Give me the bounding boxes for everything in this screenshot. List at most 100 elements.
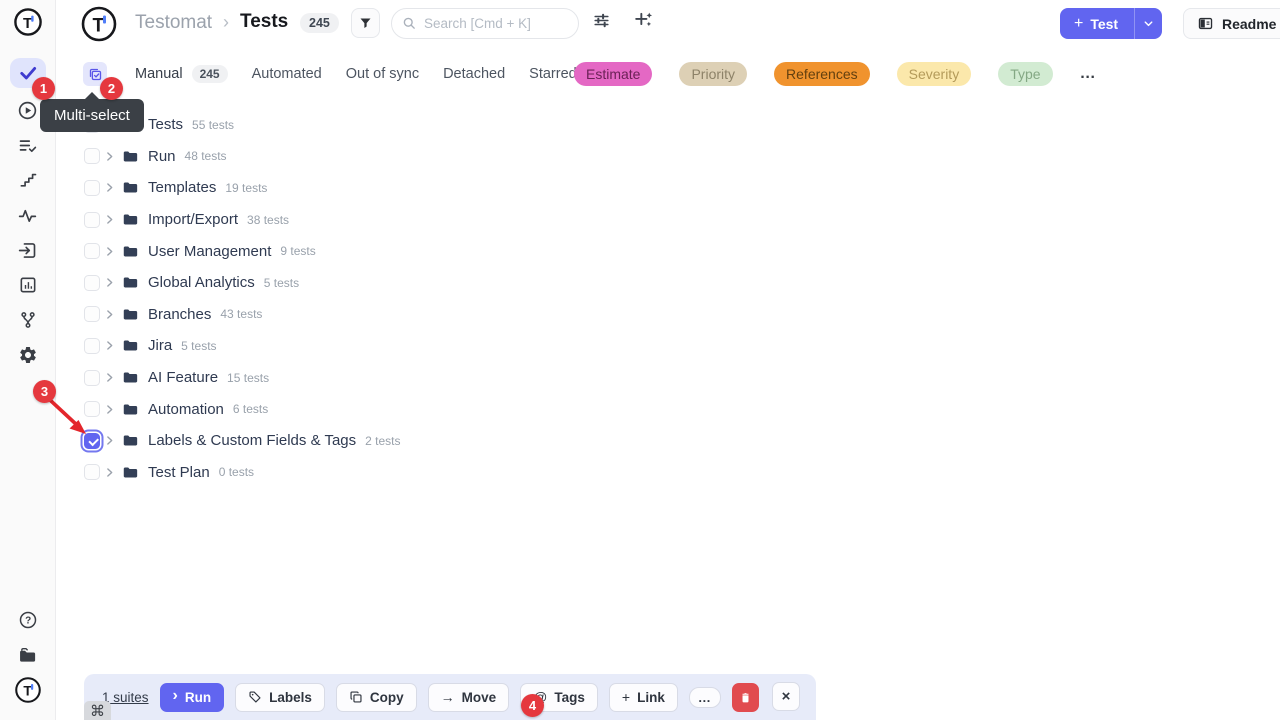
filter-tabs-row: Manual 245 Automated Out of sync Detache… <box>56 56 1280 92</box>
move-button[interactable]: → Move <box>428 683 510 712</box>
sidebar-item-import[interactable] <box>8 232 48 268</box>
tree-row[interactable]: Test Plan 0 tests <box>84 457 784 489</box>
breadcrumb-separator: › <box>223 12 229 33</box>
chevron-right-icon[interactable] <box>103 371 116 384</box>
sidebar-item-steps[interactable] <box>8 162 48 198</box>
tab-starred[interactable]: Starred <box>529 66 577 82</box>
suite-test-count: 19 tests <box>225 181 267 195</box>
tree-row[interactable]: User Management 9 tests <box>84 235 784 267</box>
search-input[interactable] <box>424 16 564 31</box>
add-test-dropdown[interactable] <box>1134 8 1162 39</box>
pill-references[interactable]: References <box>774 62 870 86</box>
chevron-right-icon[interactable] <box>103 403 116 416</box>
row-checkbox[interactable] <box>84 338 100 354</box>
sidebar-item-settings[interactable] <box>8 337 48 373</box>
chevron-right-icon[interactable] <box>103 245 116 258</box>
chevron-right-icon[interactable] <box>103 181 116 194</box>
ai-assist-button[interactable] <box>635 11 654 35</box>
row-checkbox[interactable] <box>84 148 100 164</box>
tree-row[interactable]: Run 48 tests <box>84 141 784 173</box>
folder-icon <box>122 369 139 386</box>
filter-button[interactable] <box>351 8 380 38</box>
add-test-split-button[interactable]: + Test <box>1060 8 1162 39</box>
row-checkbox[interactable] <box>84 370 100 386</box>
chevron-right-icon[interactable] <box>103 466 116 479</box>
tree-row[interactable]: Global Analytics 5 tests <box>84 267 784 299</box>
row-checkbox[interactable] <box>84 212 100 228</box>
link-button[interactable]: + Link <box>609 683 678 712</box>
sidebar-item-test-plans[interactable] <box>8 127 48 163</box>
tree-row[interactable]: Labels & Custom Fields & Tags 2 tests <box>84 425 784 457</box>
chevron-right-icon[interactable] <box>103 308 116 321</box>
multi-select-icon <box>88 67 103 82</box>
delete-button[interactable] <box>732 683 759 712</box>
projects-folder-icon[interactable] <box>8 637 48 673</box>
sidebar-item-activity[interactable] <box>8 197 48 233</box>
chevron-down-icon <box>1142 17 1155 30</box>
breadcrumb-app[interactable]: Testomat <box>135 12 212 34</box>
row-checkbox[interactable] <box>84 275 100 291</box>
chevron-right-icon[interactable] <box>103 213 116 226</box>
tree-row[interactable]: Templates 19 tests <box>84 172 784 204</box>
suite-test-count: 5 tests <box>181 339 216 353</box>
book-icon <box>1197 15 1214 32</box>
workspace-logo-icon[interactable]: T <box>8 672 48 708</box>
row-checkbox[interactable] <box>84 306 100 322</box>
pill-estimate[interactable]: Estimate <box>574 62 652 86</box>
add-test-button[interactable]: + Test <box>1060 16 1134 32</box>
tag-pills: Estimate Priority References Severity Ty… <box>574 56 1097 92</box>
more-actions-button[interactable]: … <box>689 687 721 708</box>
tree-row[interactable]: Automation 6 tests <box>84 393 784 425</box>
copy-button[interactable]: Copy <box>336 683 417 712</box>
folder-icon <box>122 401 139 418</box>
tree-row[interactable]: Tests 55 tests <box>84 109 784 141</box>
tab-detached[interactable]: Detached <box>443 66 505 82</box>
chevron-right-icon[interactable] <box>103 150 116 163</box>
pill-priority[interactable]: Priority <box>679 62 747 86</box>
folder-icon <box>122 464 139 481</box>
tree-row[interactable]: Jira 5 tests <box>84 330 784 362</box>
plus-icon: + <box>1074 16 1083 32</box>
tree-row[interactable]: Import/Export 38 tests <box>84 204 784 236</box>
sidebar-item-reports[interactable] <box>8 267 48 303</box>
suite-name: Automation <box>148 401 224 418</box>
suite-test-count: 48 tests <box>185 149 227 163</box>
readme-button[interactable]: Readme <box>1183 8 1280 39</box>
suite-name: Branches <box>148 306 211 323</box>
page-title: Tests <box>240 11 288 33</box>
row-checkbox[interactable] <box>84 464 100 480</box>
app-logo-icon[interactable]: T <box>8 4 48 40</box>
tree-row[interactable]: AI Feature 15 tests <box>84 362 784 394</box>
svg-text:T: T <box>93 16 105 37</box>
sidebar-item-branches[interactable] <box>8 302 48 338</box>
project-logo-icon[interactable]: T <box>80 5 118 48</box>
row-checkbox[interactable] <box>84 243 100 259</box>
help-icon[interactable]: ? <box>8 602 48 638</box>
labels-button[interactable]: Labels <box>235 683 325 712</box>
tree-row[interactable]: Branches 43 tests <box>84 299 784 331</box>
pill-severity[interactable]: Severity <box>897 62 972 86</box>
tab-out-of-sync[interactable]: Out of sync <box>346 66 419 82</box>
pill-type[interactable]: Type <box>998 62 1052 86</box>
suite-name: AI Feature <box>148 369 218 386</box>
suite-test-count: 43 tests <box>220 307 262 321</box>
suite-name: Templates <box>148 179 216 196</box>
chevron-right-icon[interactable] <box>103 339 116 352</box>
folder-icon <box>122 337 139 354</box>
folder-icon <box>122 179 139 196</box>
chevron-right-icon[interactable] <box>103 276 116 289</box>
tab-automated[interactable]: Automated <box>252 66 322 82</box>
row-checkbox[interactable] <box>84 180 100 196</box>
chevron-right-icon[interactable] <box>103 434 116 447</box>
suite-name: Global Analytics <box>148 274 255 291</box>
search-box[interactable] <box>391 8 579 39</box>
suite-test-count: 6 tests <box>233 402 268 416</box>
sparkles-icon <box>635 11 654 30</box>
arrow-right-icon: → <box>441 690 455 704</box>
more-pills-button[interactable]: … <box>1080 65 1097 83</box>
filter-settings-button[interactable] <box>592 11 611 35</box>
tab-manual[interactable]: Manual 245 <box>135 65 228 83</box>
close-action-bar-button[interactable]: × <box>772 682 800 711</box>
status-tabs: Manual 245 Automated Out of sync Detache… <box>135 56 577 92</box>
run-button[interactable]: › Run <box>160 683 225 712</box>
